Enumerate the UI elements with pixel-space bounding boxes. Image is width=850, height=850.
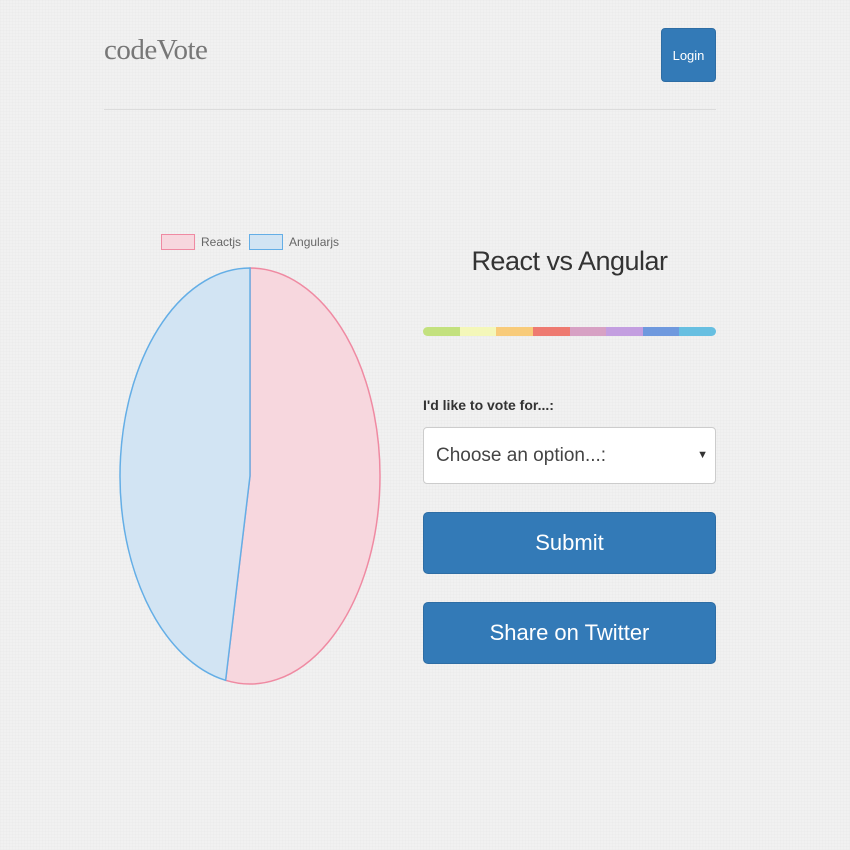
rainbow-segment-1 [459,327,497,336]
rainbow-segment-6 [642,327,680,336]
pie-chart: Reactjs Angularjs [110,228,400,698]
rainbow-segment-7 [679,327,716,336]
select-value: Choose an option...: [436,444,607,466]
poll-title: React vs Angular [471,246,668,276]
rainbow-segment-4 [569,327,607,336]
rainbow-segment-2 [496,327,533,336]
rainbow-segment-0 [423,327,460,336]
brand-logo[interactable]: codeVote [104,34,208,67]
submit-button[interactable]: Submit [423,512,716,574]
rainbow-segment-5 [606,327,643,336]
login-button[interactable]: Login [661,28,716,82]
legend-label-angularjs: Angularjs [289,235,340,249]
caret-down-icon: ▼ [697,449,708,461]
legend-swatch-angularjs [249,234,284,250]
header: codeVote Login [104,0,716,110]
rainbow-divider [423,327,716,336]
legend-item-angularjs[interactable]: Angularjs [249,234,339,250]
vote-option-select[interactable]: Choose an option...: ▼ [423,427,716,484]
vote-label: I'd like to vote for...: [423,397,554,413]
pie-slice-angularjs[interactable] [119,267,251,682]
chart-legend: Reactjs Angularjs [161,234,339,250]
legend-swatch-reactjs [161,234,195,250]
share-twitter-button[interactable]: Share on Twitter [423,602,716,664]
rainbow-segment-3 [532,327,570,336]
legend-label-reactjs: Reactjs [201,235,242,249]
pie-chart-svg [119,267,381,685]
legend-item-reactjs[interactable]: Reactjs [161,234,241,250]
